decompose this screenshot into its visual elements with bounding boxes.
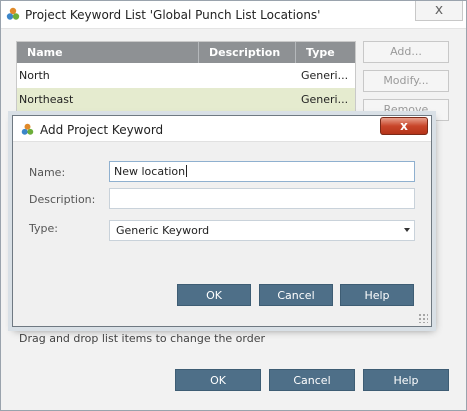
table-row[interactable]: North Generi...	[17, 64, 355, 88]
chevron-down-icon	[404, 228, 410, 232]
description-label: Description:	[29, 193, 96, 206]
dialog-ok-button[interactable]: OK	[177, 284, 251, 306]
dialog-title: Add Project Keyword	[40, 123, 164, 137]
column-header-description[interactable]: Description	[199, 42, 296, 63]
column-header-type[interactable]: Type	[296, 42, 355, 63]
cell-description	[199, 88, 201, 112]
table-header: Name Description Type	[17, 42, 355, 63]
cell-name: North	[19, 69, 50, 82]
window-title-bar[interactable]: Project Keyword List 'Global Punch List …	[1, 1, 466, 29]
text-caret	[186, 165, 188, 177]
add-button[interactable]: Add...	[363, 41, 449, 63]
modify-button[interactable]: Modify...	[363, 70, 449, 92]
name-field[interactable]: New location	[109, 161, 415, 182]
app-logo-icon	[6, 7, 20, 20]
resize-grip-icon[interactable]	[418, 313, 428, 323]
close-icon: x	[434, 2, 444, 18]
dialog-close-button[interactable]: x	[380, 117, 428, 135]
name-label: Name:	[29, 166, 66, 179]
drag-hint-text: Drag and drop list items to change the o…	[19, 332, 266, 345]
dialog-title-bar[interactable]: Add Project Keyword	[13, 116, 431, 142]
column-header-name[interactable]: Name	[17, 42, 199, 63]
cell-description	[199, 64, 201, 88]
ok-button[interactable]: OK	[175, 369, 261, 391]
close-icon: x	[400, 119, 408, 133]
cancel-button[interactable]: Cancel	[269, 369, 355, 391]
type-select-value: Generic Keyword	[116, 224, 210, 237]
dialog-cancel-button[interactable]: Cancel	[259, 284, 333, 306]
help-button[interactable]: Help	[363, 369, 449, 391]
cell-type: Generi...	[301, 69, 349, 82]
name-field-value: New location	[114, 165, 186, 178]
type-label: Type:	[29, 222, 58, 235]
cell-name: Northeast	[19, 93, 74, 106]
type-select[interactable]: Generic Keyword	[109, 220, 415, 241]
window-close-button[interactable]: x	[415, 1, 463, 21]
app-logo-icon	[21, 123, 34, 135]
keyword-table[interactable]: Name Description Type North Generi... No…	[16, 41, 356, 125]
cell-type: Generi...	[301, 93, 349, 106]
description-field[interactable]	[109, 188, 415, 209]
add-keyword-dialog: Add Project Keyword x Name: New location…	[12, 115, 432, 327]
table-row-selected[interactable]: Northeast Generi...	[17, 88, 355, 112]
dialog-help-button[interactable]: Help	[340, 284, 414, 306]
window-title: Project Keyword List 'Global Punch List …	[25, 8, 321, 22]
